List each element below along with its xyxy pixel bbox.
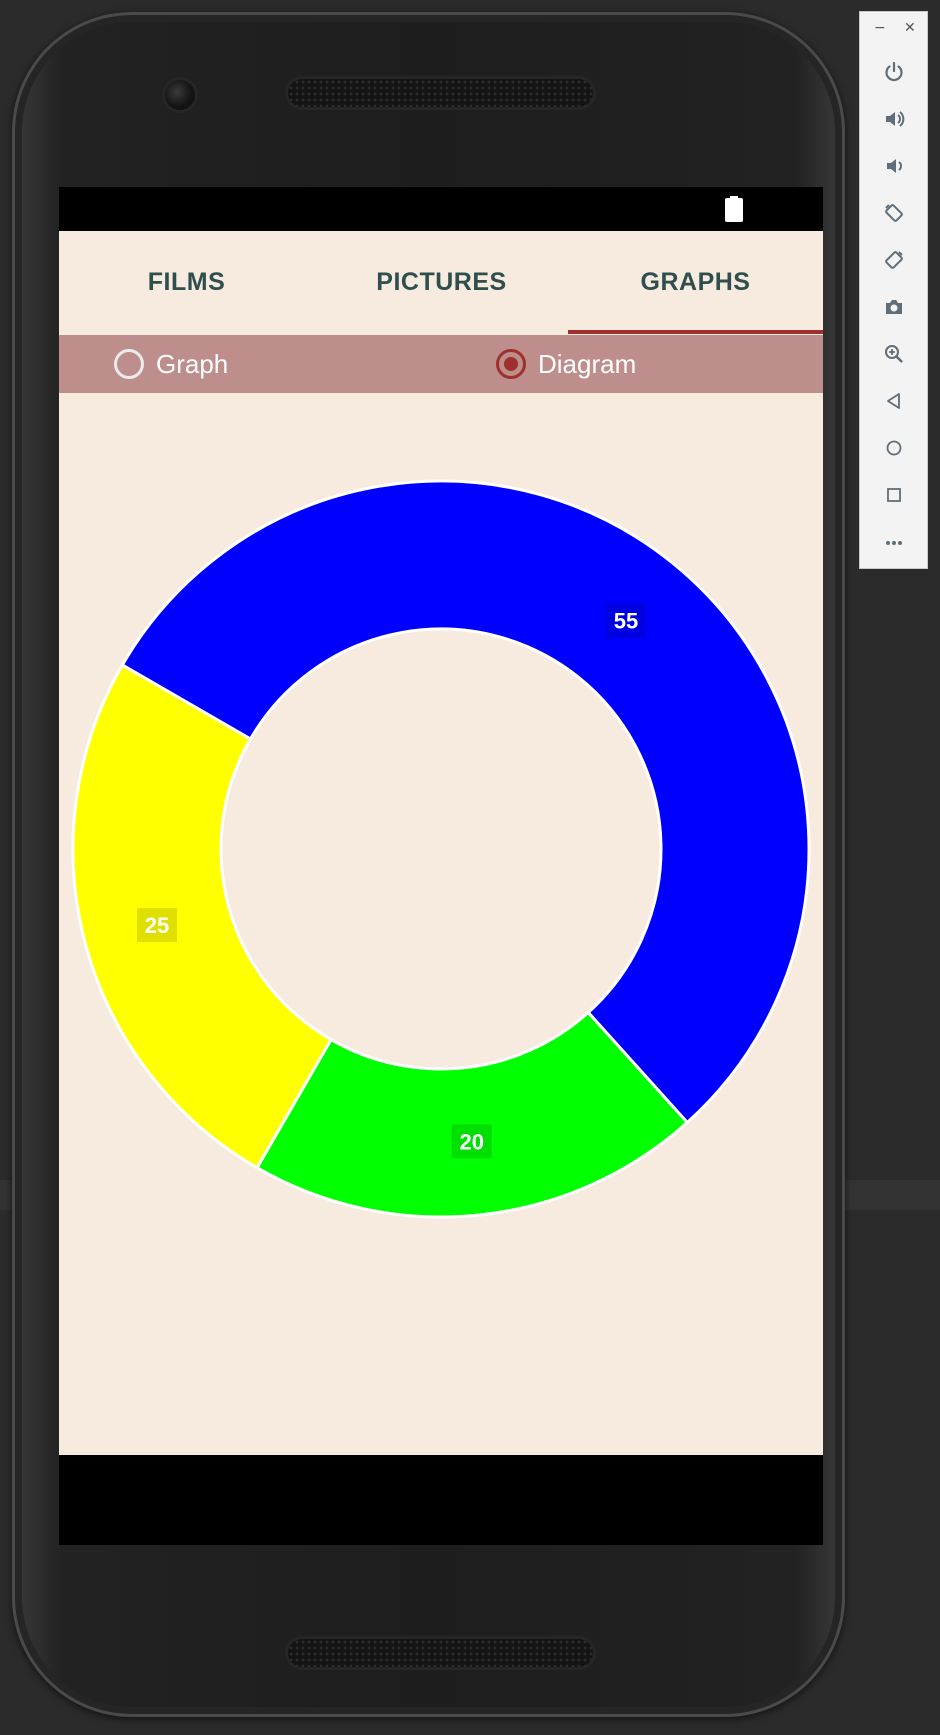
volume-up-icon[interactable] [878,103,910,135]
home-icon[interactable] [878,432,910,464]
donut-slice-25 [71,662,334,1170]
active-tab-indicator [568,330,823,334]
battery-icon [725,196,743,222]
phone-frame: FILMS PICTURES GRAPHS Graph Diagram 55 2… [12,12,845,1717]
emulator-toolbar: − ✕ [859,11,928,569]
chart-type-radio-group: Graph Diagram [59,335,823,393]
radio-option-graph[interactable]: Graph [114,335,228,393]
emulator-window-controls: − ✕ [860,12,927,48]
power-icon[interactable] [878,56,910,88]
radio-label-diagram: Diagram [538,348,637,379]
status-bar [59,187,823,231]
radio-label-graph: Graph [156,348,229,379]
bottom-speaker-grille [288,1639,593,1667]
navigation-bar [59,1455,823,1545]
close-icon[interactable]: ✕ [904,20,916,36]
volume-down-icon[interactable] [878,150,910,182]
minimize-icon[interactable]: − [874,20,886,36]
radio-checked-icon[interactable] [496,349,526,379]
data-label: 55 [614,609,638,634]
app-content: FILMS PICTURES GRAPHS Graph Diagram 55 2… [59,231,823,1455]
overview-icon[interactable] [878,479,910,511]
top-speaker-grille [288,79,593,107]
donut-chart: 55 20 25 [71,479,811,1219]
front-camera [165,80,195,110]
data-label: 20 [459,1129,483,1154]
camera-icon[interactable] [878,291,910,323]
data-label: 25 [145,913,169,938]
tab-films[interactable]: FILMS [59,231,314,334]
radio-unchecked-icon[interactable] [114,349,144,379]
more-icon[interactable] [878,526,910,558]
rotate-right-icon[interactable] [878,244,910,276]
tab-graphs[interactable]: GRAPHS [568,231,823,334]
rotate-left-icon[interactable] [878,197,910,229]
donut-chart-area: 55 20 25 [59,393,823,1455]
device-screen: FILMS PICTURES GRAPHS Graph Diagram 55 2… [59,187,823,1545]
radio-option-diagram[interactable]: Diagram [496,335,636,393]
back-icon[interactable] [878,385,910,417]
desktop-background: FILMS PICTURES GRAPHS Graph Diagram 55 2… [0,0,940,1735]
tab-bar: FILMS PICTURES GRAPHS [59,231,823,334]
zoom-icon[interactable] [878,338,910,370]
tab-pictures[interactable]: PICTURES [314,231,569,334]
